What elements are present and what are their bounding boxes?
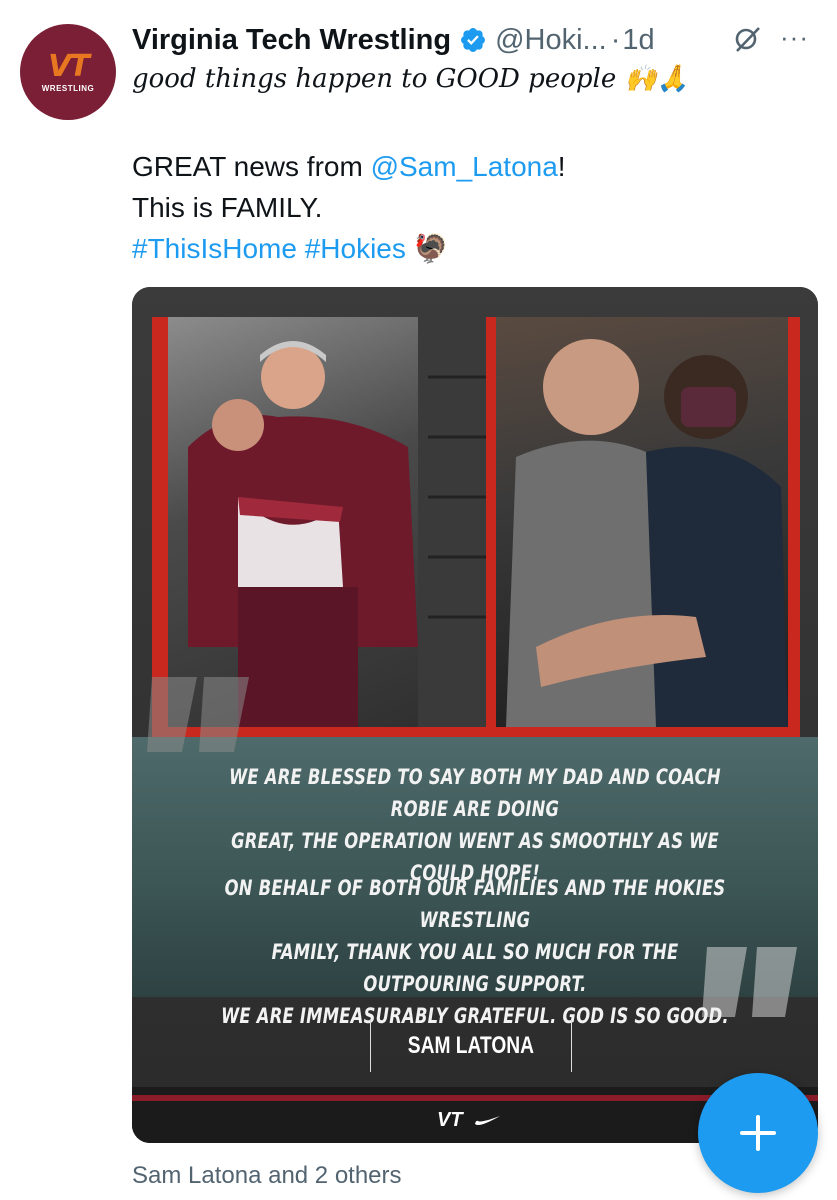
swoosh-icon <box>474 1115 500 1125</box>
open-quote-icon <box>147 677 249 752</box>
vt-logo: VT <box>48 48 90 84</box>
timestamp[interactable]: 1d <box>622 24 654 57</box>
quote-paragraph-1: WE ARE BLESSED TO SAY BOTH MY DAD AND CO… <box>207 761 742 889</box>
hashtag-hokies[interactable]: #Hokies <box>305 233 406 264</box>
grok-icon[interactable] <box>732 24 762 54</box>
tweet-body: GREAT news from @Sam_Latona! This is FAM… <box>132 146 566 269</box>
more-options-button[interactable]: ··· <box>780 22 809 53</box>
mention-link[interactable]: @Sam_Latona <box>371 151 558 182</box>
tweet-media-card[interactable]: WE ARE BLESSED TO SAY BOTH MY DAD AND CO… <box>132 287 818 1143</box>
account-avatar[interactable]: VT WRESTLING <box>20 24 116 120</box>
photo-right-illustration <box>506 339 788 727</box>
quote-p1-line1: WE ARE BLESSED TO SAY BOTH MY DAD AND CO… <box>229 765 721 821</box>
tweet-header: Virginia Tech Wrestling @Hoki... · 1d ··… <box>132 20 822 60</box>
body-text-prefix: GREAT news from <box>132 151 371 182</box>
body-line-2: This is FAMILY. <box>132 192 323 223</box>
photo-right-hug <box>496 317 788 727</box>
meta-separator: · <box>610 23 621 56</box>
display-name[interactable]: Virginia Tech Wrestling <box>132 24 451 57</box>
avatar-subtext: WRESTLING <box>41 83 95 93</box>
verified-badge-icon <box>461 28 486 52</box>
card-vt-logo: VT <box>437 1109 463 1131</box>
body-text-suffix: ! <box>557 151 566 182</box>
liked-by-text[interactable]: Sam Latona and 2 others <box>132 1162 402 1190</box>
account-handle[interactable]: @Hoki... <box>495 24 607 57</box>
signature-box: SAM LATONA <box>370 1020 572 1072</box>
card-footer-logos: VT <box>437 1109 501 1132</box>
hashtag-thisishome[interactable]: #ThisIsHome <box>132 233 297 264</box>
plus-icon <box>740 1115 776 1151</box>
quote-p2-line1: ON BEHALF OF BOTH OUR FAMILIES AND THE H… <box>224 876 726 932</box>
quote-paragraph-2: ON BEHALF OF BOTH OUR FAMILIES AND THE H… <box>207 872 742 1032</box>
turkey-emoji: 🦃 <box>413 233 449 264</box>
compose-fab-button[interactable] <box>698 1073 818 1193</box>
tweet-tagline: good things happen to GOOD people 🙌🙏 <box>132 64 690 94</box>
signature-name: SAM LATONA <box>407 1032 535 1059</box>
quote-p2-line2: FAMILY, THANK YOU ALL SO MUCH FOR THE OU… <box>271 940 679 996</box>
